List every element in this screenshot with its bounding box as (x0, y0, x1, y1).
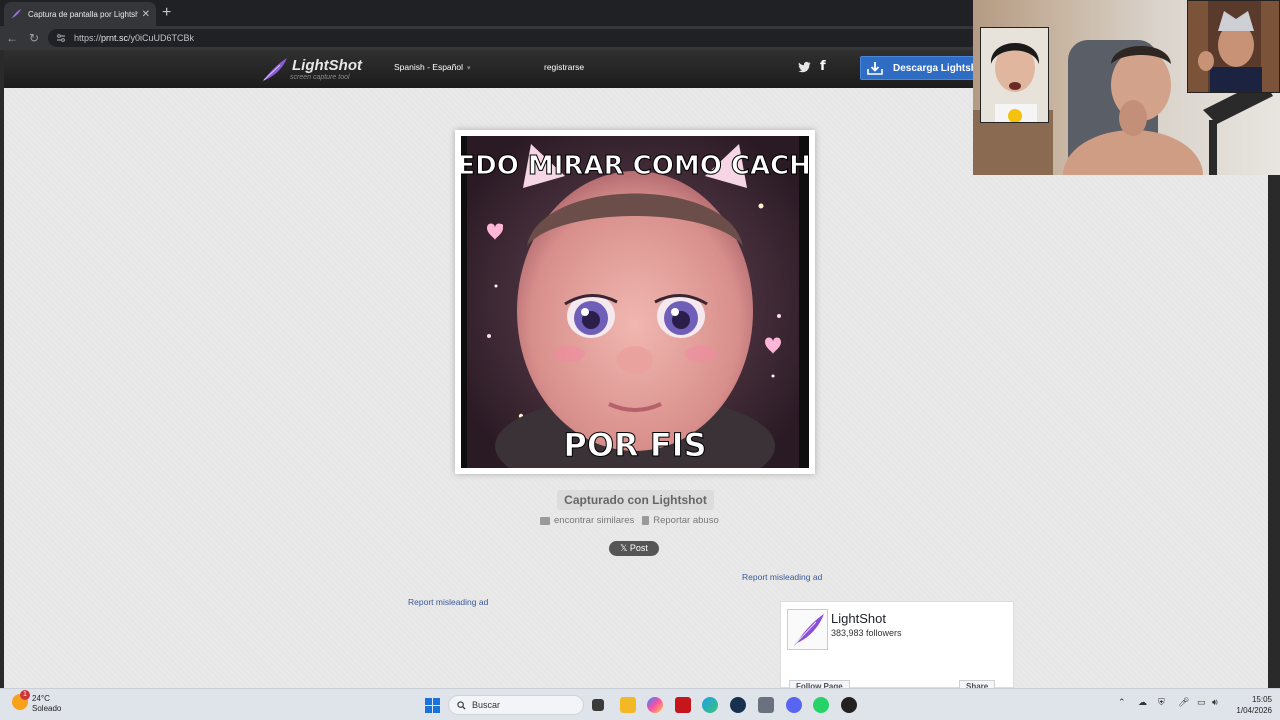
facebook-followers: 383,983 followers (831, 628, 902, 638)
file-explorer-icon[interactable] (620, 697, 636, 713)
taskbar-search[interactable]: Buscar (448, 695, 584, 715)
x-post-button[interactable]: 𝕏 Post (609, 541, 659, 556)
volume-icon[interactable]: 🔊︎ (1212, 697, 1218, 708)
windows-taskbar: 1 24°C Soleado Buscar ⌃ ☁ ⛨ 🎤︎ ▭ 🔊︎ 15:0… (0, 688, 1280, 720)
weather-temperature: 24°C (32, 694, 50, 703)
find-similar-label: encontrar similares (554, 515, 635, 526)
url-text: https://prnt.sc/y0iCuUD6TCBk (74, 33, 194, 43)
microphone-icon[interactable]: 🎤︎ (1178, 697, 1189, 708)
logo-tagline: screen capture tool (290, 74, 350, 81)
back-arrow-icon[interactable]: ← (4, 30, 20, 46)
facebook-icon[interactable]: f (820, 59, 826, 74)
meme-bottom-caption: POR FIS (563, 426, 706, 464)
system-clock[interactable]: 15:05 1/04/2026 (1228, 694, 1272, 716)
close-icon[interactable]: ✕ (142, 9, 150, 20)
register-link[interactable]: registrarse (544, 62, 584, 72)
windows-start-icon[interactable] (425, 698, 440, 713)
facebook-page-widget: LightShot 383,983 followers Follow Page … (780, 601, 1014, 694)
image-action-links: encontrar similares Reportar abuso (540, 515, 719, 526)
clock-time: 15:05 (1251, 695, 1272, 704)
logo-name: LightShot (292, 57, 362, 74)
inset-face-left (980, 27, 1049, 123)
feather-logo-icon (262, 58, 287, 82)
feather-avatar-icon (794, 614, 824, 646)
facebook-page-name[interactable]: LightShot (831, 611, 886, 626)
report-abuse-link[interactable]: Reportar abuso (642, 515, 719, 526)
browser-tab[interactable]: Captura de pantalla por Lightshot ✕ (4, 2, 156, 26)
person-right-illustration (1188, 1, 1279, 92)
weather-condition: Soleado (32, 704, 62, 713)
steam-icon[interactable] (730, 697, 746, 713)
language-selector[interactable]: Spanish - Español ▾ (394, 62, 471, 72)
camera-icon (540, 516, 550, 525)
screenshot-image[interactable]: PUEDO MIRAR COMO CACHAN POR FIS (461, 136, 809, 468)
download-button[interactable]: Descarga Lightshot (860, 56, 990, 80)
report-abuse-label: Reportar abuso (653, 515, 719, 526)
url-path: /y0iCuUD6TCBk (128, 33, 195, 43)
calculator-icon[interactable] (758, 697, 774, 713)
task-view-icon[interactable] (592, 699, 604, 711)
document-icon (642, 516, 650, 525)
cloud-icon[interactable]: ☁ (1138, 697, 1147, 708)
edge-browser-icon[interactable] (702, 697, 718, 713)
notification-badge: 1 (20, 690, 30, 700)
clock-date: 1/04/2026 (1236, 706, 1272, 715)
streamer-webcam (973, 0, 1280, 175)
copilot-icon[interactable] (647, 697, 663, 713)
wps-office-icon[interactable] (675, 697, 691, 713)
screenshot-frame: PUEDO MIRAR COMO CACHAN POR FIS (455, 130, 815, 474)
captured-with-label: Capturado con Lightshot (557, 490, 714, 510)
search-placeholder: Buscar (472, 700, 501, 710)
whatsapp-icon[interactable] (813, 697, 829, 713)
download-tray-icon (867, 62, 883, 75)
tab-title: Captura de pantalla por Lightshot (28, 9, 138, 19)
lightshot-logo[interactable]: LightShot screen capture tool (258, 55, 368, 85)
reload-icon[interactable]: ↻ (26, 30, 42, 46)
lightshot-page-avatar[interactable] (787, 609, 828, 650)
obs-icon[interactable] (841, 697, 857, 713)
url-host: prnt.sc (101, 33, 129, 43)
report-ad-link-2[interactable]: Report misleading ad (408, 597, 488, 607)
chevron-up-icon[interactable]: ⌃ (1118, 697, 1126, 708)
page-left-edge (0, 50, 4, 688)
discord-icon[interactable] (786, 697, 802, 713)
url-scheme: https:// (74, 33, 102, 43)
chevron-down-icon: ▾ (467, 65, 471, 72)
site-info-icon[interactable] (56, 33, 66, 43)
display-icon[interactable]: ▭ (1197, 697, 1206, 708)
page-scrollbar[interactable] (1268, 175, 1280, 688)
search-icon (457, 700, 466, 710)
report-ad-link-1[interactable]: Report misleading ad (742, 572, 822, 582)
new-tab-plus-icon[interactable]: + (162, 4, 171, 22)
sun-icon: 1 (12, 690, 30, 710)
meme-top-caption: PUEDO MIRAR COMO CACHAN (461, 151, 809, 181)
find-similar-link[interactable]: encontrar similares (540, 515, 634, 526)
inset-face-right (1187, 0, 1280, 93)
weather-widget[interactable]: 1 24°C Soleado (12, 690, 62, 714)
shield-icon[interactable]: ⛨ (1158, 697, 1165, 708)
lightshot-feather-icon (11, 9, 21, 19)
meme-illustration: PUEDO MIRAR COMO CACHAN POR FIS (461, 136, 809, 468)
screen: Captura de pantalla por Lightshot ✕ + ← … (0, 0, 1280, 720)
person-left-illustration (990, 43, 1040, 122)
language-label: Spanish - Español (394, 62, 463, 72)
address-bar[interactable]: https://prnt.sc/y0iCuUD6TCBk (48, 29, 978, 47)
twitter-icon[interactable] (798, 61, 811, 73)
